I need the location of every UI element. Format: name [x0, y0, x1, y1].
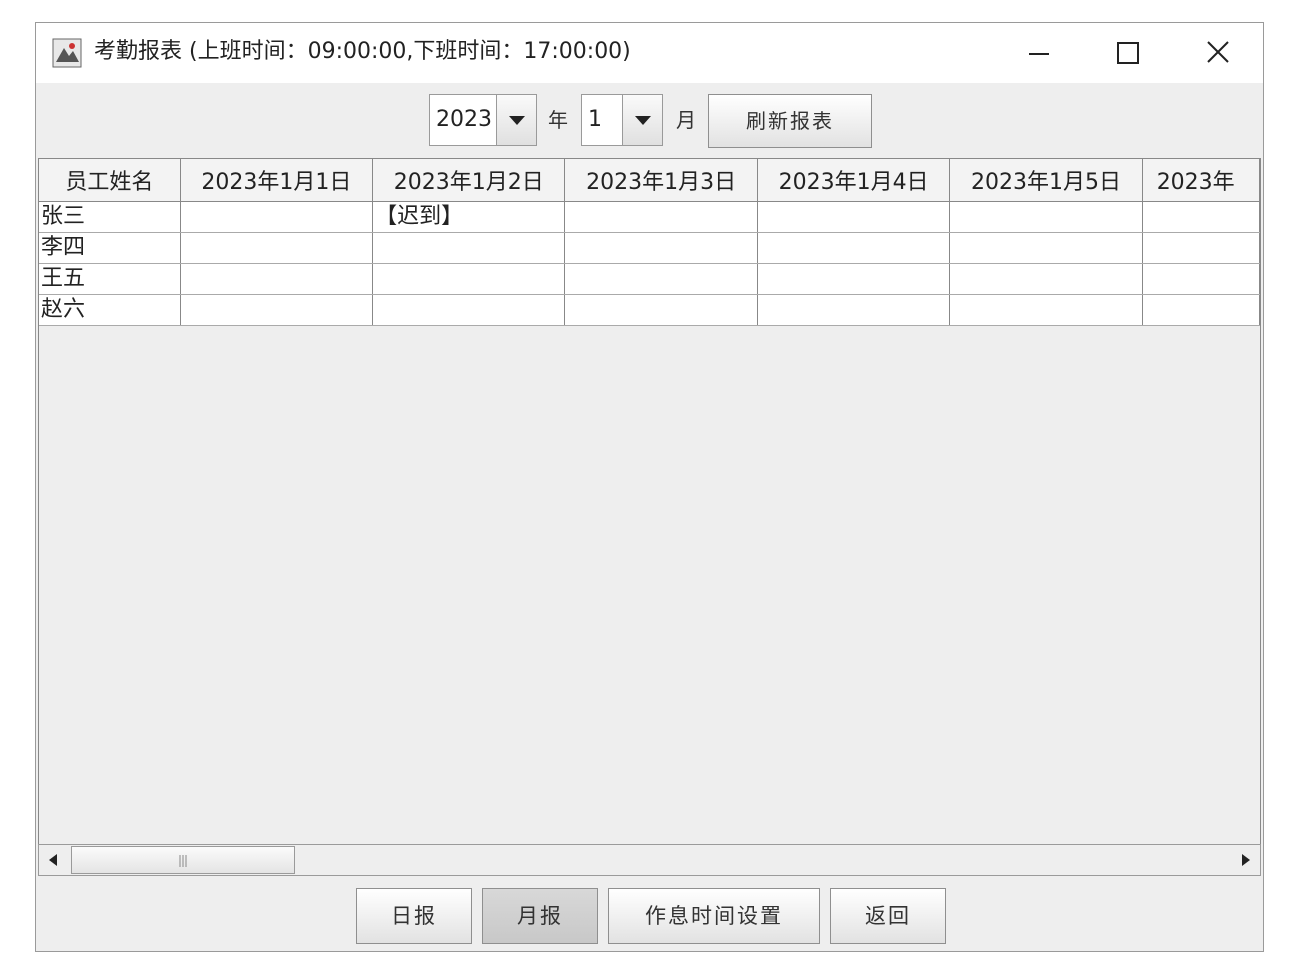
month-value: 1	[588, 107, 602, 132]
attendance-table: 员工姓名 2023年1月1日 2023年1月2日 2023年1月3日 2023年…	[39, 159, 1260, 326]
table-cell[interactable]	[757, 294, 951, 326]
chevron-down-icon	[635, 116, 651, 125]
title-bar: 考勤报表 (上班时间：09:00:00,下班时间：17:00:00)	[36, 23, 1263, 83]
table-cell[interactable]: 王五	[39, 263, 181, 295]
table-cell[interactable]	[757, 232, 951, 264]
column-header[interactable]: 员工姓名	[39, 159, 181, 202]
column-header[interactable]: 2023年1月5日	[949, 159, 1143, 202]
table-cell[interactable]	[564, 294, 758, 326]
table-header-row: 员工姓名 2023年1月1日 2023年1月2日 2023年1月3日 2023年…	[39, 159, 1260, 202]
table-cell[interactable]	[1142, 201, 1260, 233]
scrollbar-thumb[interactable]	[71, 846, 295, 874]
window-title: 考勤报表 (上班时间：09:00:00,下班时间：17:00:00)	[94, 39, 631, 64]
table-cell[interactable]	[564, 232, 758, 264]
scroll-right-button[interactable]	[1230, 845, 1260, 875]
report-table-viewport: 员工姓名 2023年1月1日 2023年1月2日 2023年1月3日 2023年…	[38, 158, 1261, 875]
table-cell[interactable]	[1142, 232, 1260, 264]
toolbar: 2023 年 1 月 刷新报表	[36, 83, 1263, 157]
table-cell[interactable]: 【迟到】	[372, 201, 566, 233]
maximize-icon	[1117, 42, 1139, 64]
table-cell[interactable]	[180, 232, 374, 264]
daily-report-button[interactable]: 日报	[356, 888, 472, 944]
back-button[interactable]: 返回	[830, 888, 946, 944]
minimize-icon	[1029, 53, 1049, 55]
table-cell[interactable]	[564, 201, 758, 233]
column-header[interactable]: 2023年	[1142, 159, 1260, 202]
column-header[interactable]: 2023年1月3日	[564, 159, 758, 202]
bottom-button-bar: 日报 月报 作息时间设置 返回	[36, 881, 1263, 951]
table-cell[interactable]	[757, 263, 951, 295]
month-dropdown-button[interactable]	[622, 95, 662, 145]
horizontal-scrollbar[interactable]	[38, 844, 1261, 876]
schedule-settings-button[interactable]: 作息时间设置	[608, 888, 820, 944]
month-select[interactable]: 1	[581, 94, 663, 146]
month-label: 月	[676, 108, 696, 132]
app-icon	[52, 38, 82, 68]
table-cell[interactable]: 赵六	[39, 294, 181, 326]
table-cell[interactable]	[372, 263, 566, 295]
arrow-right-icon	[1242, 854, 1250, 866]
minimize-button[interactable]	[1009, 33, 1069, 73]
table-cell[interactable]	[564, 263, 758, 295]
year-select[interactable]: 2023	[429, 94, 537, 146]
arrow-left-icon	[49, 854, 57, 866]
table-cell[interactable]	[372, 294, 566, 326]
table-cell[interactable]	[372, 232, 566, 264]
table-cell[interactable]: 李四	[39, 232, 181, 264]
table-cell[interactable]	[757, 201, 951, 233]
column-header[interactable]: 2023年1月2日	[372, 159, 566, 202]
table-cell[interactable]	[180, 263, 374, 295]
year-value: 2023	[436, 107, 492, 132]
year-dropdown-button[interactable]	[496, 95, 536, 145]
close-icon	[1207, 41, 1229, 63]
table-cell[interactable]	[180, 294, 374, 326]
table-cell[interactable]	[1142, 263, 1260, 295]
monthly-report-button[interactable]: 月报	[482, 888, 598, 944]
maximize-button[interactable]	[1098, 33, 1158, 73]
table-row[interactable]: 王五	[39, 263, 1260, 295]
column-header[interactable]: 2023年1月1日	[180, 159, 374, 202]
scroll-left-button[interactable]	[39, 845, 69, 875]
table-row[interactable]: 赵六	[39, 294, 1260, 326]
table-cell[interactable]	[1142, 294, 1260, 326]
refresh-report-button[interactable]: 刷新报表	[708, 94, 872, 148]
chevron-down-icon	[509, 116, 525, 125]
column-header[interactable]: 2023年1月4日	[757, 159, 951, 202]
attendance-report-window: 考勤报表 (上班时间：09:00:00,下班时间：17:00:00) 2023	[35, 22, 1264, 952]
table-cell[interactable]	[180, 201, 374, 233]
table-cell[interactable]	[949, 294, 1143, 326]
table-row[interactable]: 张三 【迟到】	[39, 201, 1260, 233]
table-cell[interactable]: 张三	[39, 201, 181, 233]
table-row[interactable]: 李四	[39, 232, 1260, 264]
grip-icon	[179, 855, 187, 867]
table-cell[interactable]	[949, 263, 1143, 295]
table-cell[interactable]	[949, 232, 1143, 264]
table-cell[interactable]	[949, 201, 1143, 233]
year-label: 年	[548, 108, 568, 132]
close-button[interactable]	[1188, 33, 1248, 73]
